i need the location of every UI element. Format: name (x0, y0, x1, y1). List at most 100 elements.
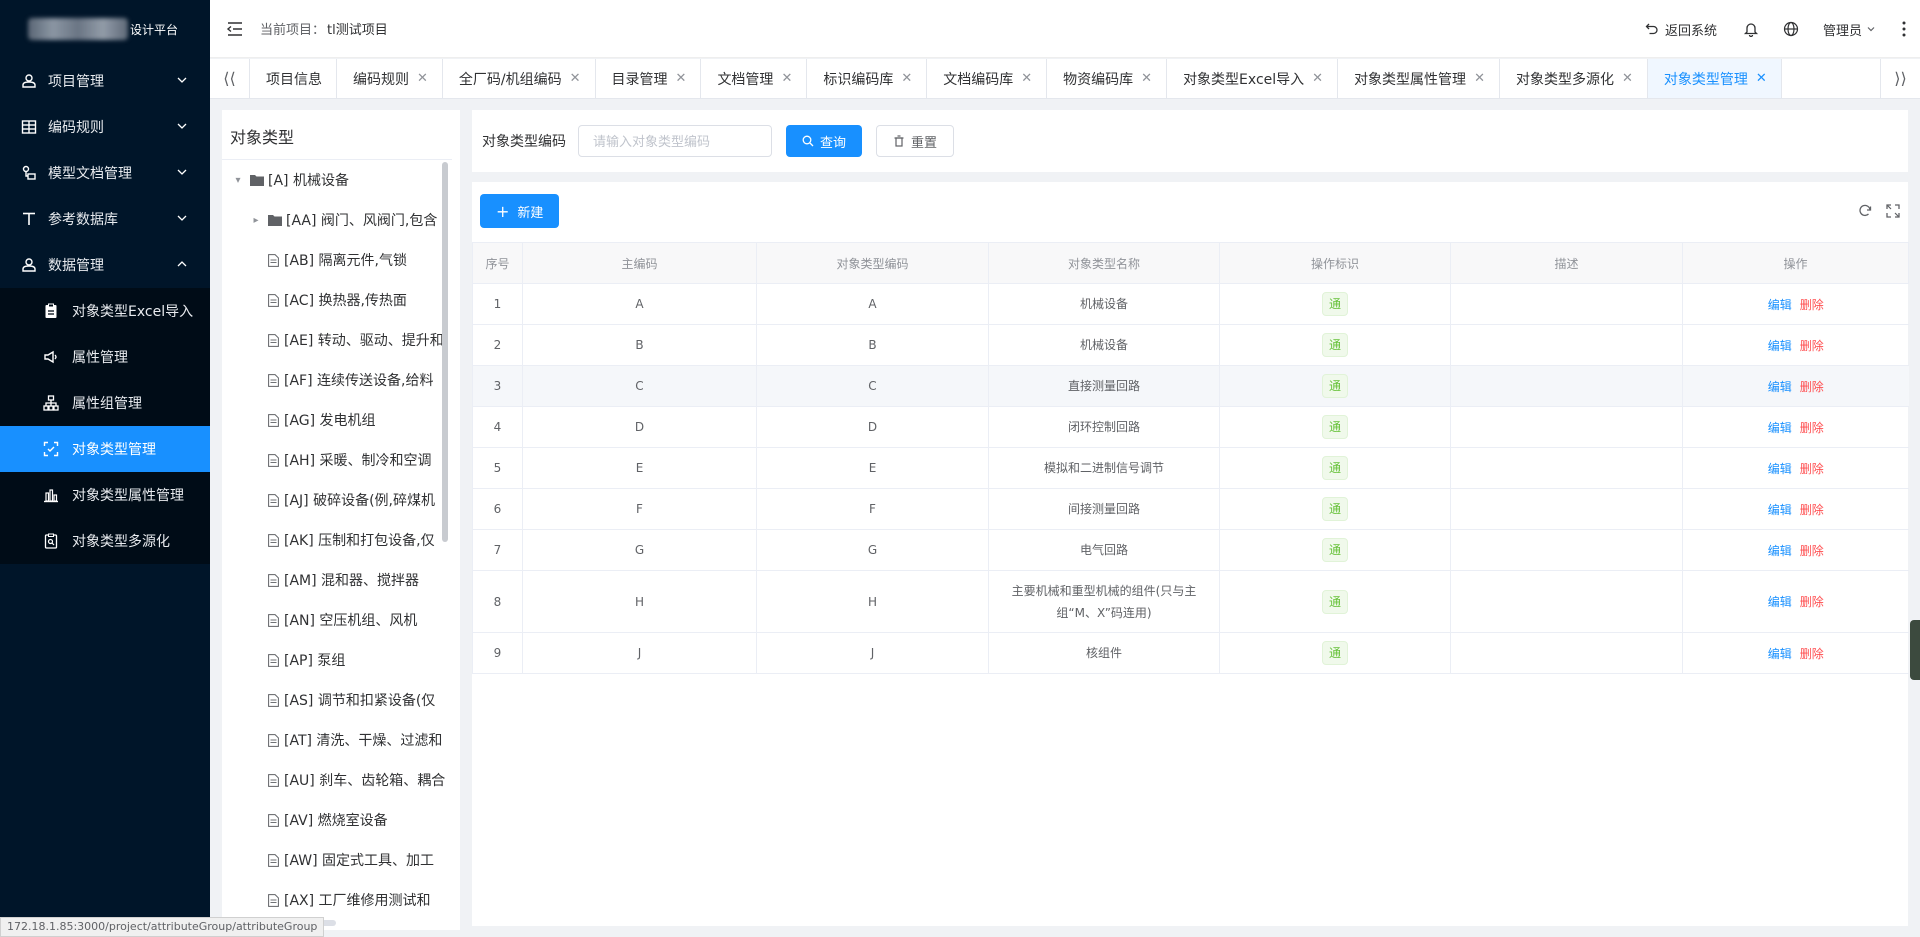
sidebar-item-object-type-management[interactable]: 对象类型管理 (0, 426, 210, 472)
close-icon[interactable]: ✕ (901, 71, 912, 86)
more-vertical-icon[interactable] (1902, 21, 1906, 37)
tree-node[interactable]: [AH] 采暖、制冷和空调 (222, 440, 460, 480)
tree-node[interactable]: [AE] 转动、驱动、提升和 (222, 320, 460, 360)
close-icon[interactable]: ✕ (417, 71, 428, 86)
close-icon[interactable]: ✕ (1141, 71, 1152, 86)
tree-node[interactable]: [AS] 调节和扣紧设备(仅 (222, 680, 460, 720)
reset-button[interactable]: 重置 (876, 125, 955, 157)
table-row[interactable]: 4 D D 闭环控制回路通编辑 删除 (472, 406, 1909, 448)
edit-link[interactable]: 编辑 (1768, 647, 1792, 661)
object-type-code-input[interactable] (578, 125, 772, 157)
close-icon[interactable]: ✕ (1756, 71, 1767, 86)
table-row[interactable]: 8 H H 主要机械和重型机械的组件(只与主组“M、X”码连用) 通编辑 删除 (472, 570, 1909, 633)
back-to-system-button[interactable]: 返回系统 (1645, 20, 1717, 39)
sidebar-item-object-type-multisource[interactable]: 对象类型多源化 (0, 518, 210, 564)
table-row[interactable]: 9 J J 核组件通编辑 删除 (472, 632, 1909, 674)
caret-down-icon[interactable]: ▾ (232, 175, 244, 186)
tab-object-type-multisource[interactable]: 对象类型多源化 ✕ (1500, 59, 1648, 98)
tab-plant-unit-code[interactable]: 全厂码/机组编码 ✕ (443, 59, 596, 98)
tree-node[interactable]: [AC] 换热器,传热面 (222, 280, 460, 320)
tab-object-type-management[interactable]: 对象类型管理 ✕ (1647, 59, 1782, 98)
fullscreen-icon[interactable] (1886, 204, 1900, 218)
tree-node[interactable]: [AW] 固定式工具、加工 (222, 840, 460, 880)
tab-coding-rules[interactable]: 编码规则 ✕ (337, 59, 443, 98)
tree-node[interactable]: [AU] 刹车、齿轮箱、耦合 (222, 760, 460, 800)
edit-link[interactable]: 编辑 (1768, 339, 1792, 353)
main-code-cell: C (522, 365, 757, 407)
menu-item-data-management[interactable]: 数据管理 (0, 242, 210, 288)
tree-node[interactable]: [AK] 压制和打包设备,仅 (222, 520, 460, 560)
delete-link[interactable]: 删除 (1800, 544, 1824, 558)
edit-link[interactable]: 编辑 (1768, 595, 1792, 609)
menu-fold-icon[interactable] (226, 20, 244, 38)
close-icon[interactable]: ✕ (1312, 71, 1323, 86)
table-row[interactable]: 5 E E 模拟和二进制信号调节通编辑 删除 (472, 447, 1909, 489)
tree-node[interactable]: [AM] 混和器、搅拌器 (222, 560, 460, 600)
delete-link[interactable]: 删除 (1800, 298, 1824, 312)
sidebar-item-attribute-group[interactable]: 属性组管理 (0, 380, 210, 426)
globe-icon[interactable] (1783, 21, 1799, 37)
menu-item-reference-database[interactable]: 参考数据库 (0, 196, 210, 242)
delete-link[interactable]: 删除 (1800, 380, 1824, 394)
tab-project-info[interactable]: 项目信息 (250, 59, 337, 98)
close-icon[interactable]: ✕ (676, 71, 687, 86)
delete-link[interactable]: 删除 (1800, 462, 1824, 476)
tree-node[interactable]: [AP] 泵组 (222, 640, 460, 680)
tab-material-code-library[interactable]: 物资编码库 ✕ (1047, 59, 1168, 98)
edit-link[interactable]: 编辑 (1768, 298, 1792, 312)
tabs-scroll-right-icon[interactable]: ⟩⟩ (1880, 59, 1920, 98)
tree-node[interactable]: [AV] 燃烧室设备 (222, 800, 460, 840)
tree-node[interactable]: ▾ [A] 机械设备 (222, 160, 460, 200)
tree-node[interactable]: [AJ] 破碎设备(例,碎煤机 (222, 480, 460, 520)
caret-right-icon[interactable]: ▸ (250, 215, 262, 226)
query-button[interactable]: 查询 (786, 125, 863, 157)
close-icon[interactable]: ✕ (1474, 71, 1485, 86)
delete-link[interactable]: 删除 (1800, 595, 1824, 609)
table-row[interactable]: 6 F F 间接测量回路通编辑 删除 (472, 488, 1909, 530)
logo[interactable]: 设计平台 (0, 0, 210, 58)
edit-link[interactable]: 编辑 (1768, 503, 1792, 517)
close-icon[interactable]: ✕ (570, 71, 581, 86)
edit-link[interactable]: 编辑 (1768, 380, 1792, 394)
delete-link[interactable]: 删除 (1800, 503, 1824, 517)
menu-item-project-management[interactable]: 项目管理 (0, 58, 210, 104)
sidebar-item-excel-import[interactable]: 对象类型Excel导入 (0, 288, 210, 334)
tree-node[interactable]: [AX] 工厂维修用测试和 (222, 880, 460, 920)
tree-node[interactable]: ▸ [AA] 阀门、风阀门,包含 (222, 200, 460, 240)
table-row[interactable]: 2 B B 机械设备通编辑 删除 (472, 324, 1909, 366)
tab-excel-import[interactable]: 对象类型Excel导入 ✕ (1167, 59, 1339, 98)
bell-icon[interactable] (1743, 21, 1759, 37)
delete-link[interactable]: 删除 (1800, 339, 1824, 353)
tab-identifier-code-library[interactable]: 标识编码库 ✕ (807, 59, 928, 98)
tab-object-type-attribute[interactable]: 对象类型属性管理 ✕ (1338, 59, 1500, 98)
close-icon[interactable]: ✕ (781, 71, 792, 86)
tree-node[interactable]: [AT] 清洗、干燥、过滤和 (222, 720, 460, 760)
edit-link[interactable]: 编辑 (1768, 421, 1792, 435)
user-menu[interactable]: 管理员 (1823, 20, 1876, 39)
table-row[interactable]: 1 A A 机械设备通编辑 删除 (472, 283, 1909, 325)
tree-node[interactable]: [AN] 空压机组、风机 (222, 600, 460, 640)
menu-item-model-documents[interactable]: 模型文档管理 (0, 150, 210, 196)
edit-link[interactable]: 编辑 (1768, 544, 1792, 558)
tab-document-management[interactable]: 文档管理 ✕ (701, 59, 808, 98)
menu-item-coding-rules[interactable]: 编码规则 (0, 104, 210, 150)
sidebar-item-object-type-attribute[interactable]: 对象类型属性管理 (0, 472, 210, 518)
tree-node[interactable]: [AF] 连续传送设备,给料 (222, 360, 460, 400)
refresh-icon[interactable] (1858, 204, 1872, 218)
tabs-scroll-left-icon[interactable]: ⟨⟨ (210, 59, 250, 98)
delete-link[interactable]: 删除 (1800, 647, 1824, 661)
tree-node[interactable]: [AG] 发电机组 (222, 400, 460, 440)
tab-document-code-library[interactable]: 文档编码库 ✕ (927, 59, 1048, 98)
table-row[interactable]: 3 C C 直接测量回路通编辑 删除 (472, 365, 1909, 407)
close-icon[interactable]: ✕ (1021, 71, 1032, 86)
edit-link[interactable]: 编辑 (1768, 462, 1792, 476)
tab-catalog-management[interactable]: 目录管理 ✕ (596, 59, 702, 98)
table-row[interactable]: 7 G G 电气回路通编辑 删除 (472, 529, 1909, 571)
new-button[interactable]: + 新建 (480, 194, 560, 228)
sidebar-item-attribute-management[interactable]: 属性管理 (0, 334, 210, 380)
side-drawer-handle[interactable] (1910, 620, 1920, 680)
close-icon[interactable]: ✕ (1622, 71, 1633, 86)
tree-vertical-scrollbar[interactable] (442, 162, 448, 542)
delete-link[interactable]: 删除 (1800, 421, 1824, 435)
tree-node[interactable]: [AB] 隔离元件,气锁 (222, 240, 460, 280)
